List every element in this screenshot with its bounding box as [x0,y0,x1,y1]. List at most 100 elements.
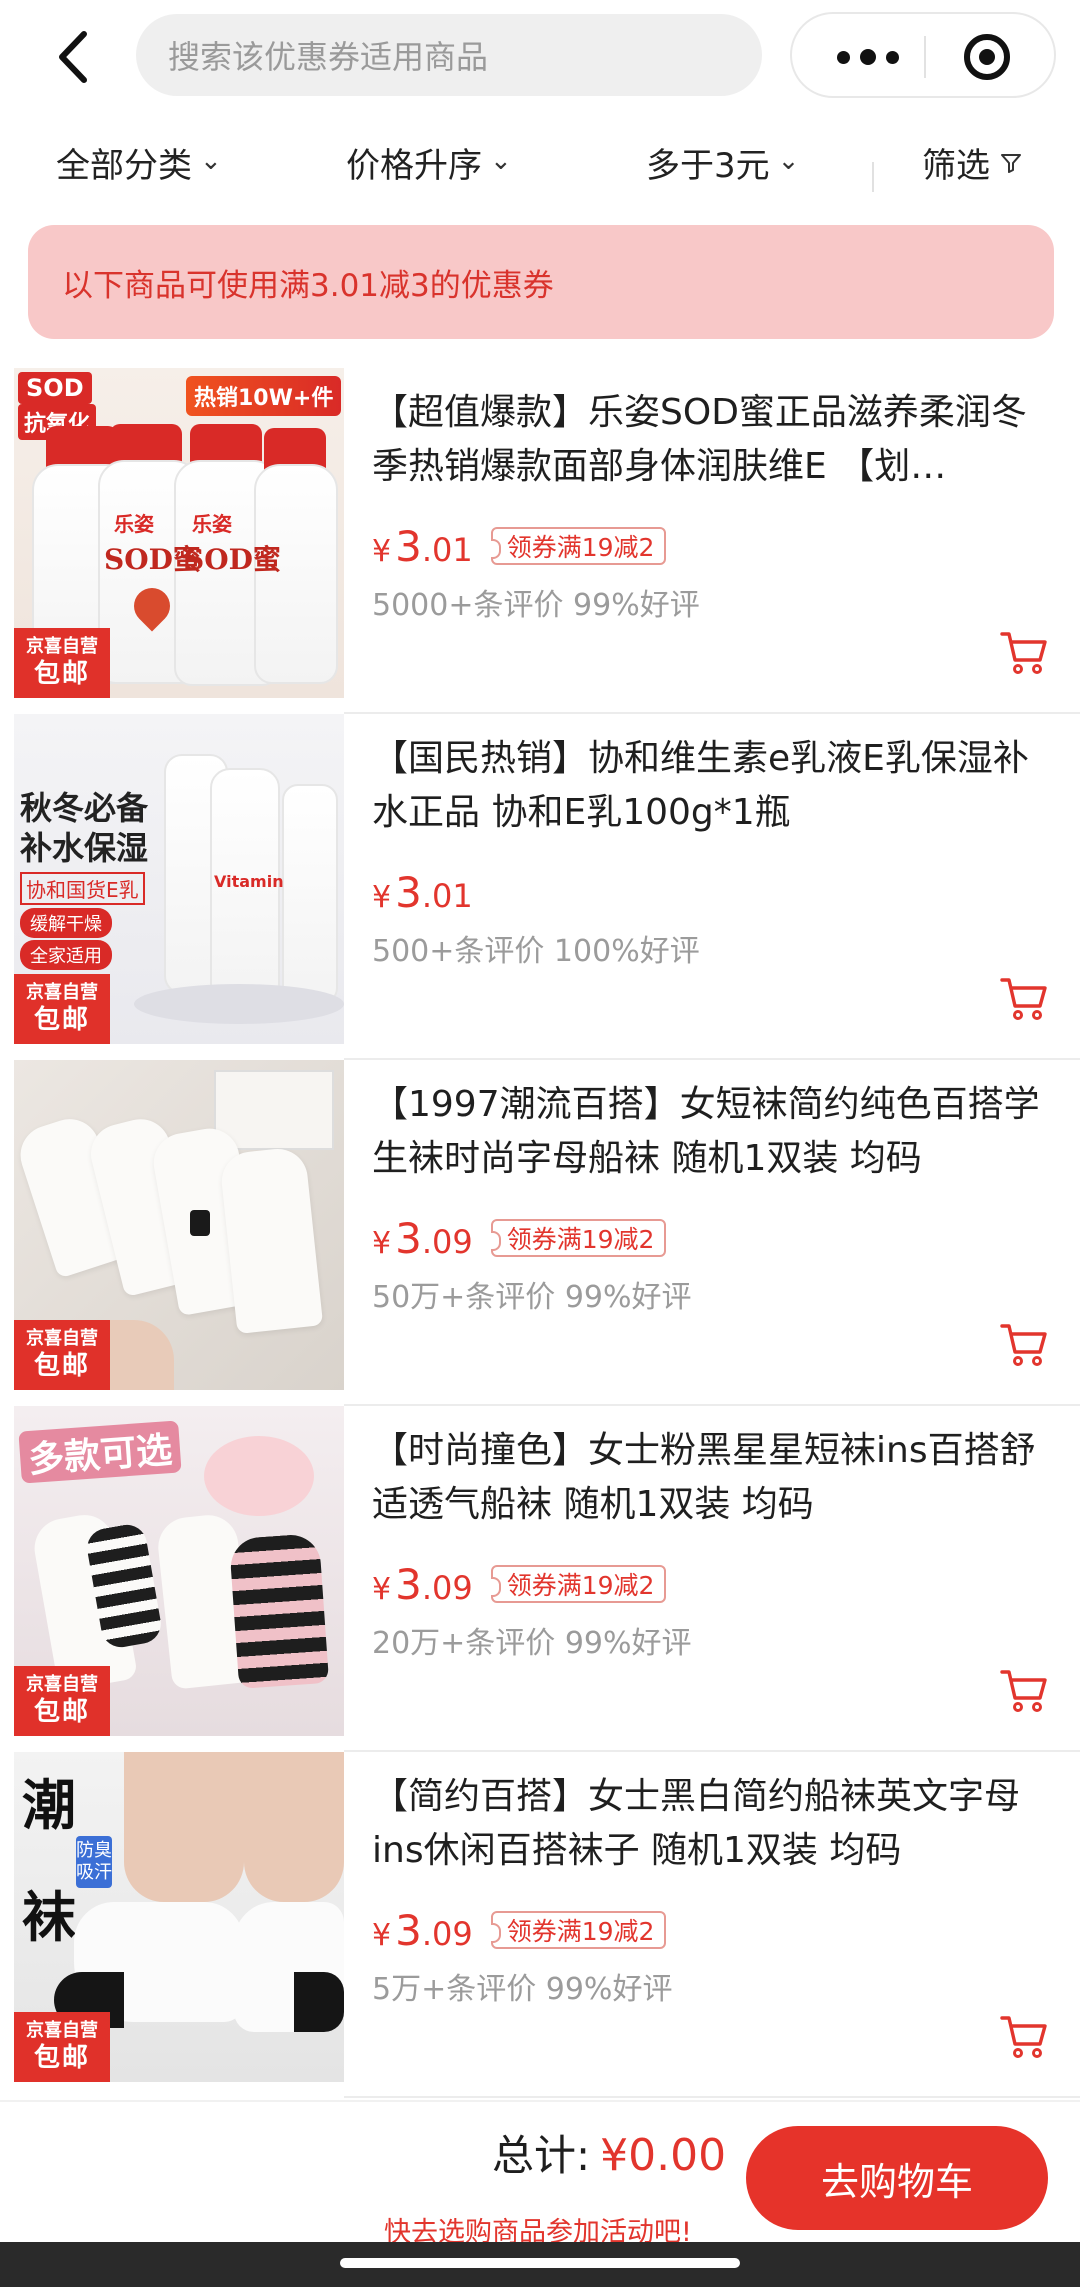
price-currency: ¥ [372,879,392,915]
thumb-label: SOD蜜 [184,543,281,576]
coupon-tag[interactable]: 领券满19减2 [490,1565,667,1603]
price-decimal: .09 [421,1222,473,1261]
review-summary: 500+条评价 100%好评 [372,934,700,969]
sort-filter-label: 价格升序 [346,146,482,186]
price-row: ¥ 3 .01 领券满19减2 [372,518,667,574]
thumb-tag: 热销10W+件 [186,376,342,416]
product-image[interactable]: 秋冬必备 补水保湿 协和国货E乳 缓解干燥 全家适用 Vitamin 京喜自营 … [14,714,344,1044]
badge-line: 京喜自营 [26,636,98,657]
home-indicator[interactable] [340,2258,740,2268]
category-filter[interactable]: 全部分类 ⌄ [56,138,222,187]
filter-bar: 全部分类 ⌄ 价格升序 ⌄ 多于3元 ⌄ 筛选 [0,120,1080,204]
product-title[interactable]: 【简约百搭】女士黑白简约船袜英文字母ins休闲百搭袜子 随机1双装 均码 [372,1770,1042,1878]
cart-icon[interactable] [1000,1668,1048,1714]
product-image[interactable]: 潮 袜 防臭吸汗 京喜自营 包邮 [14,1752,344,2082]
review-summary: 5万+条评价 99%好评 [372,1972,673,2007]
chevron-down-icon: ⌄ [490,145,512,176]
product-title[interactable]: 【时尚撞色】女士粉黑星星短袜ins百搭舒适透气船袜 随机1双装 均码 [372,1424,1042,1532]
thumb-tag: SOD [18,372,92,404]
cart-icon[interactable] [1000,976,1048,1022]
badge-line: 包邮 [33,1697,90,1727]
price-integer: 3 [395,1213,422,1263]
price-currency: ¥ [372,1225,392,1261]
category-filter-label: 全部分类 [56,146,192,186]
review-summary: 20万+条评价 99%好评 [372,1626,692,1661]
product-title[interactable]: 【超值爆款】乐姿SOD蜜正品滋养柔润冬季热销爆款面部身体润肤维E 【划… [372,386,1042,494]
badge-line: 京喜自营 [26,982,98,1003]
pedestal [134,984,344,1024]
product-item[interactable]: 京喜自营 包邮 【1997潮流百搭】女短袜简约纯色百搭学生袜时尚字母船袜 随机1… [0,1060,1080,1406]
search-input[interactable]: 搜索该优惠券适用商品 [136,14,762,96]
close-target-icon[interactable] [964,34,1010,80]
cart-icon[interactable] [1000,630,1048,676]
coupon-banner-text: 以下商品可使用满3.01减3的优惠券 [62,267,554,304]
chevron-down-icon: ⌄ [200,145,222,176]
thumb-headline: 多款可选 [18,1420,182,1484]
row-divider [344,2096,1080,2098]
striped-sock-graphic [228,1533,330,1689]
screen-filter[interactable]: 筛选 [922,138,1022,187]
product-price: ¥ 3 .09 [372,1560,473,1609]
chevron-down-icon: ⌄ [777,145,800,176]
badge-line: 京喜自营 [26,1674,98,1695]
price-row: ¥ 3 .09 领券满19减2 [372,1902,667,1958]
product-item[interactable]: 多款可选 京喜自营 包邮 【时尚撞色】女士粉黑星星短袜ins百搭舒适透气船袜 随… [0,1406,1080,1752]
total-amount: ¥0.00 [600,2130,727,2181]
bottle [282,784,338,1004]
letter-patch [190,1210,210,1236]
top-nav-bar: 搜索该优惠券适用商品 [0,0,1080,112]
coupon-banner: 以下商品可使用满3.01减3的优惠券 [28,225,1054,339]
leg-graphic [244,1752,344,1902]
free-shipping-badge: 京喜自营 包邮 [14,2012,110,2082]
coupon-tag[interactable]: 领券满19减2 [490,1911,667,1949]
badge-line: 京喜自营 [26,2020,98,2041]
product-price: ¥ 3 .01 [372,522,473,571]
price-filter-label: 多于3元 [646,146,770,186]
total-summary: 总计: ¥0.00 [492,2122,726,2183]
bowl-graphic [204,1436,314,1516]
capsule-divider [924,36,926,78]
thumb-big-text: 潮 [22,1774,76,1837]
thumb-text: 协和国货E乳 [20,872,145,905]
price-decimal: .09 [421,1914,473,1953]
cart-icon[interactable] [1000,1322,1048,1368]
filter-divider [872,162,874,192]
product-item[interactable]: 秋冬必备 补水保湿 协和国货E乳 缓解干燥 全家适用 Vitamin 京喜自营 … [0,714,1080,1060]
cart-icon[interactable] [1000,2014,1048,2060]
price-integer: 3 [395,1559,422,1609]
thumb-pill: 缓解干燥 [20,908,112,938]
sock-graphic [218,1145,324,1335]
price-row: ¥ 3 .09 领券满19减2 [372,1210,667,1266]
search-placeholder: 搜索该优惠券适用商品 [168,38,489,76]
free-shipping-badge: 京喜自营 包邮 [14,974,110,1044]
price-row: ¥ 3 .09 领券满19减2 [372,1556,667,1612]
price-currency: ¥ [372,533,392,569]
thumb-brand: 乐姿 [114,512,154,536]
product-item[interactable]: SOD 抗氧化 热销10W+件 乐姿 SOD蜜 乐姿 SOD蜜 京喜自营 包邮 … [0,368,1080,714]
product-image[interactable]: 多款可选 京喜自营 包邮 [14,1406,344,1736]
go-to-cart-button[interactable]: 去购物车 [746,2126,1048,2230]
free-shipping-badge: 京喜自营 包邮 [14,1320,110,1390]
product-item[interactable]: 潮 袜 防臭吸汗 京喜自营 包邮 【简约百搭】女士黑白简约船袜英文字母ins休闲… [0,1752,1080,2098]
price-integer: 3 [395,521,422,571]
coupon-tag[interactable]: 领券满19减2 [490,527,667,565]
product-image[interactable]: SOD 抗氧化 热销10W+件 乐姿 SOD蜜 乐姿 SOD蜜 京喜自营 包邮 [14,368,344,698]
thumb-pill: 全家适用 [20,940,112,970]
thumb-tag: 防臭吸汗 [76,1836,112,1888]
badge-line: 京喜自营 [26,1328,98,1349]
product-image[interactable]: 京喜自营 包邮 [14,1060,344,1390]
more-icon[interactable] [828,40,908,74]
sock-heel [294,1972,344,2032]
product-title[interactable]: 【1997潮流百搭】女短袜简约纯色百搭学生袜时尚字母船袜 随机1双装 均码 [372,1078,1042,1186]
review-summary: 50万+条评价 99%好评 [372,1280,692,1315]
product-title[interactable]: 【国民热销】协和维生素e乳液E乳保湿补水正品 协和E乳100g*1瓶 [372,732,1042,840]
price-integer: 3 [395,867,422,917]
price-filter[interactable]: 多于3元 ⌄ [646,138,799,187]
product-price: ¥ 3 .09 [372,1906,473,1955]
free-shipping-badge: 京喜自营 包邮 [14,1666,110,1736]
back-button[interactable] [40,22,106,92]
coupon-tag[interactable]: 领券满19减2 [490,1219,667,1257]
thumb-text: 秋冬必备 [20,789,149,827]
sort-filter[interactable]: 价格升序 ⌄ [346,138,512,187]
product-price: ¥ 3 .01 [372,868,473,917]
